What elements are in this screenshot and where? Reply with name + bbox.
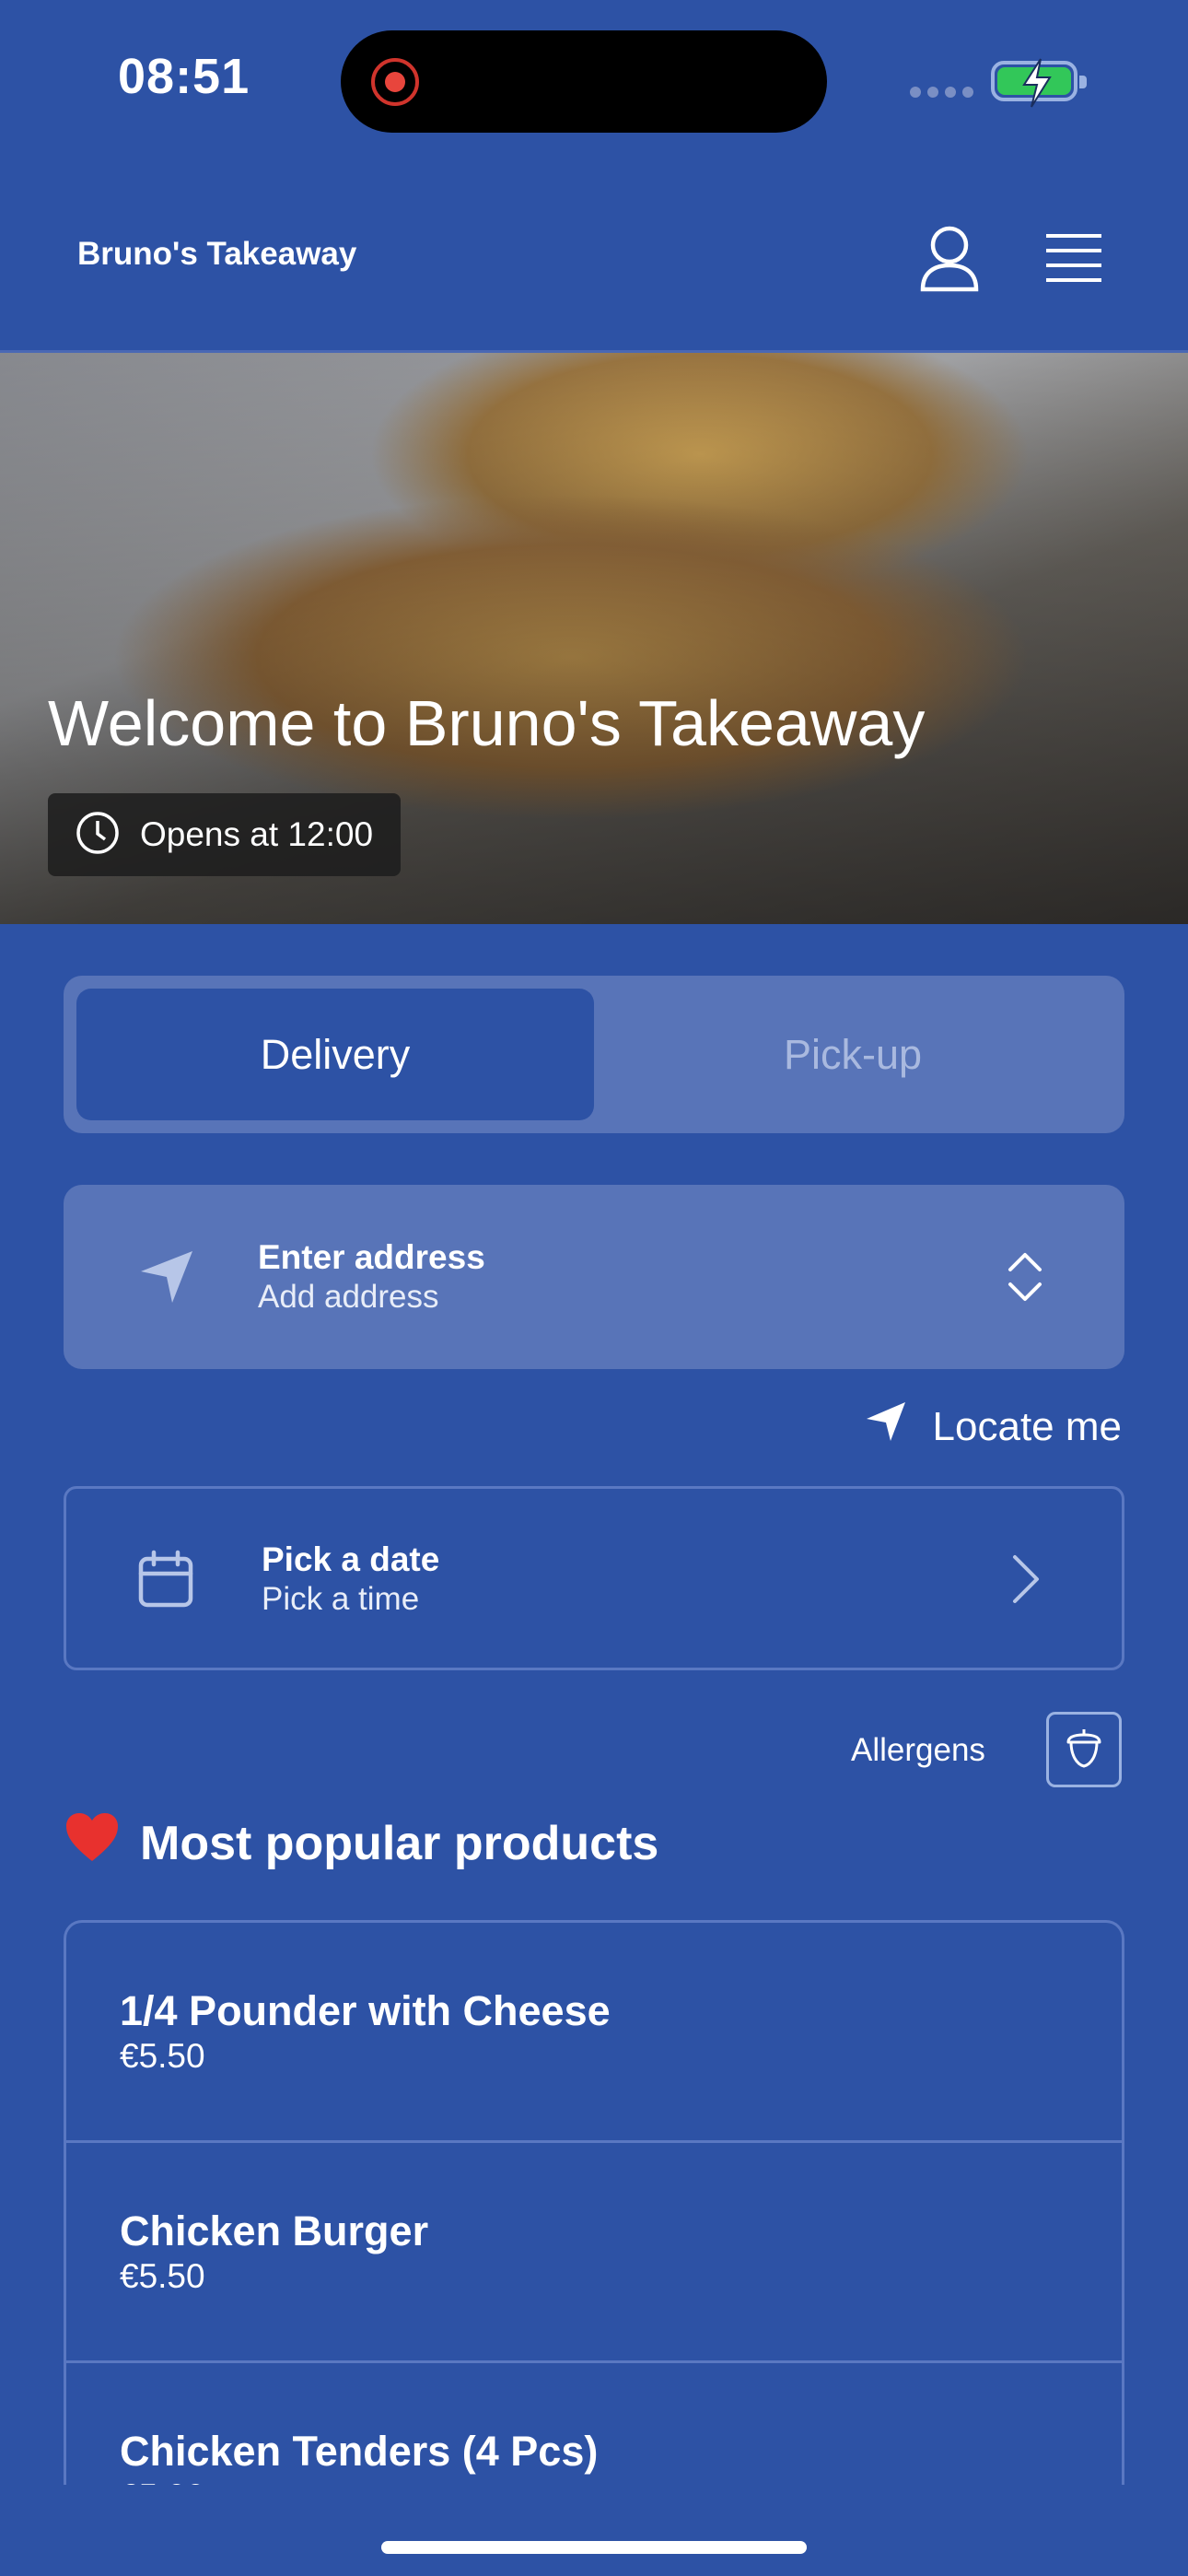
battery-icon xyxy=(991,58,1087,108)
product-price: €5.00 xyxy=(120,2477,205,2485)
menu-icon[interactable] xyxy=(1044,232,1103,284)
list-item[interactable]: Chicken Burger €5.50 xyxy=(66,2143,1122,2363)
address-subtitle: Add address xyxy=(258,1279,439,1315)
acorn-icon xyxy=(1066,1727,1102,1773)
product-price: €5.50 xyxy=(120,2037,205,2075)
status-time: 08:51 xyxy=(118,49,250,104)
product-price: €5.50 xyxy=(120,2257,205,2295)
time-subtitle: Pick a time xyxy=(262,1581,420,1617)
chevron-updown-icon xyxy=(1003,1247,1047,1311)
locate-me-button[interactable]: Locate me xyxy=(865,1400,1122,1453)
home-indicator[interactable] xyxy=(381,2541,807,2554)
screen: 08:51 Bruno's Takeaway Welcome to Bruno'… xyxy=(0,0,1188,2576)
date-title: Pick a date xyxy=(262,1540,440,1578)
opening-hours-text: Opens at 12:00 xyxy=(140,815,374,853)
location-arrow-icon xyxy=(865,1400,907,1453)
popular-products-list: 1/4 Pounder with Cheese €5.50 Chicken Bu… xyxy=(64,1920,1124,2485)
list-item[interactable]: 1/4 Pounder with Cheese €5.50 xyxy=(66,1923,1122,2143)
popular-title-text: Most popular products xyxy=(140,1816,659,1870)
clock-icon xyxy=(76,811,120,860)
allergens-button[interactable] xyxy=(1046,1712,1122,1787)
opening-hours-badge: Opens at 12:00 xyxy=(48,793,402,876)
allergens-label[interactable]: Allergens xyxy=(851,1732,985,1769)
address-selector[interactable]: Enter address Add address xyxy=(64,1185,1124,1369)
hero-title: Welcome to Bruno's Takeaway xyxy=(48,687,926,759)
order-mode-toggle: Delivery Pick-up xyxy=(64,976,1124,1133)
tab-pickup[interactable]: Pick-up xyxy=(594,989,1112,1120)
date-time-picker[interactable]: Pick a date Pick a time xyxy=(64,1486,1124,1670)
list-item[interactable]: Chicken Tenders (4 Pcs) €5.00 xyxy=(66,2363,1122,2485)
user-icon[interactable] xyxy=(917,225,982,293)
calendar-icon xyxy=(136,1550,195,1613)
heart-icon xyxy=(64,1811,120,1875)
tab-delivery[interactable]: Delivery xyxy=(76,989,594,1120)
chevron-right-icon xyxy=(1009,1553,1042,1610)
dynamic-island xyxy=(341,30,827,133)
navigation-icon xyxy=(137,1247,196,1311)
product-name: Chicken Tenders (4 Pcs) xyxy=(120,2428,599,2475)
hero-banner: Welcome to Bruno's Takeaway Opens at 12:… xyxy=(0,353,1188,924)
popular-section-title: Most popular products xyxy=(64,1811,658,1875)
record-icon xyxy=(371,58,419,106)
product-name: 1/4 Pounder with Cheese xyxy=(120,1987,611,2034)
locate-me-label: Locate me xyxy=(932,1403,1122,1449)
product-name: Chicken Burger xyxy=(120,2207,429,2254)
address-title: Enter address xyxy=(258,1238,485,1276)
signal-icon xyxy=(910,87,973,98)
brand-name[interactable]: Bruno's Takeaway xyxy=(77,236,356,273)
